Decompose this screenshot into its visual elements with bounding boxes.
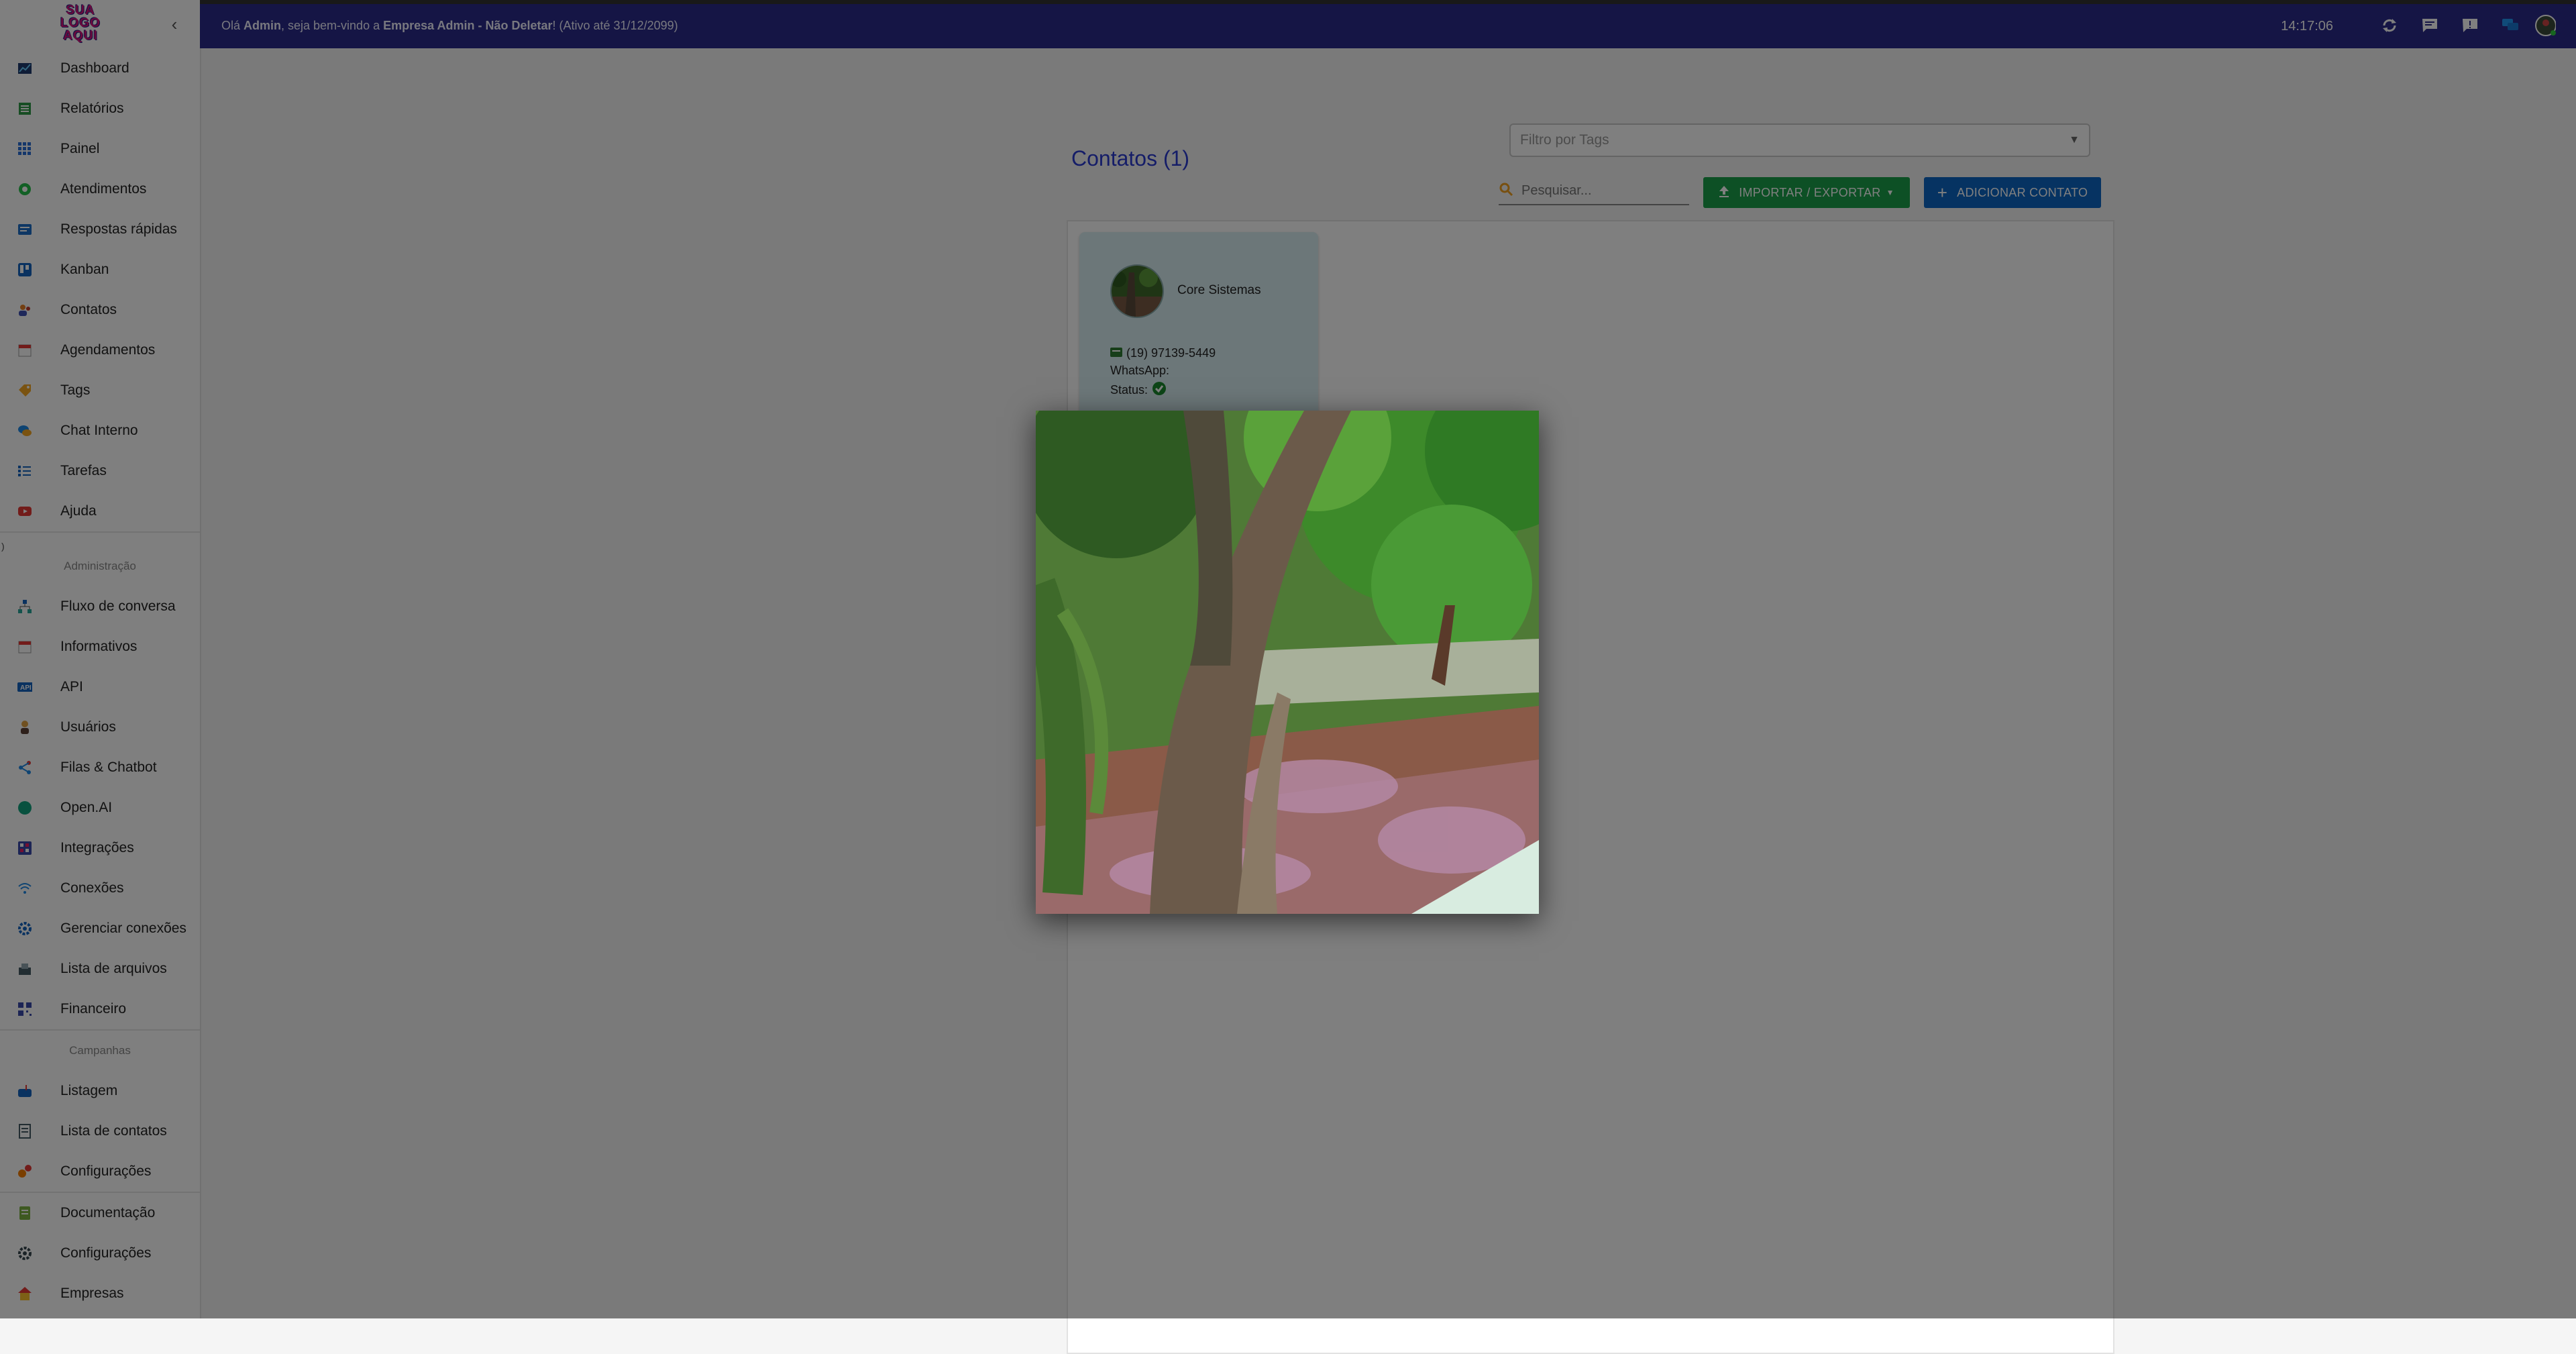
avatar-preview-image [1036,411,1539,914]
